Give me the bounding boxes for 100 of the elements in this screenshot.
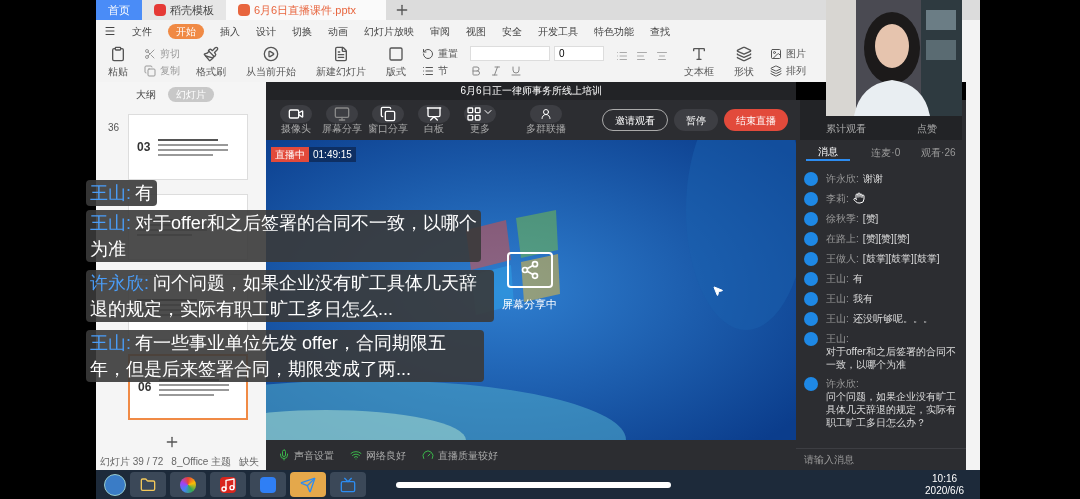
- menu-tab[interactable]: 视图: [466, 23, 486, 39]
- menu-tab[interactable]: 幻灯片放映: [364, 23, 414, 39]
- wifi-icon: [350, 449, 362, 461]
- pause-button[interactable]: 暂停: [674, 109, 718, 131]
- slide-number: 36: [108, 122, 120, 133]
- chat-message: 我有: [852, 292, 873, 305]
- toolbar-button[interactable]: 摄像头: [274, 105, 318, 135]
- picture-button[interactable]: 图片: [770, 46, 806, 61]
- play-button[interactable]: 从当前开始: [242, 46, 300, 79]
- chat-message: [赞]: [862, 212, 879, 225]
- image-icon: [770, 47, 782, 60]
- paper-plane-icon: [300, 476, 316, 493]
- menu-tab[interactable]: 开发工具: [538, 23, 578, 39]
- align-left-icon[interactable]: [636, 50, 648, 62]
- live-badge: 直播中: [271, 147, 309, 162]
- toolbar-button[interactable]: 窗口分享: [366, 105, 410, 135]
- paste-button[interactable]: 粘贴: [104, 46, 132, 79]
- add-slide-icon[interactable]: [164, 434, 180, 450]
- list-icon[interactable]: [616, 50, 628, 62]
- window-title: 6月6日正一律师事务所线上培训: [266, 82, 796, 100]
- chat-message: 谢谢: [862, 172, 883, 185]
- sender-name: 在路上:: [826, 232, 859, 245]
- shape-button[interactable]: 形状: [730, 46, 758, 79]
- menu-tab[interactable]: 设计: [256, 23, 276, 39]
- music-icon: [220, 476, 236, 493]
- person-icon: [540, 108, 552, 120]
- folder-icon: [140, 476, 156, 493]
- align-center-icon[interactable]: [656, 50, 668, 62]
- comment-toast: 王山: 对于offer和之后签署的合同不一致，以哪个为准: [86, 210, 481, 262]
- font-field[interactable]: [470, 46, 550, 61]
- sender-name: 徐秋季:: [826, 212, 859, 225]
- bold-icon[interactable]: [470, 65, 482, 77]
- avatar: [804, 377, 818, 391]
- grid-icon: [466, 106, 494, 122]
- menu-tab[interactable]: 安全: [502, 23, 522, 39]
- menu-tab[interactable]: 插入: [220, 23, 240, 39]
- camera-icon: [288, 106, 304, 122]
- toolbar-button[interactable]: 更多: [458, 105, 502, 135]
- format-painter-button[interactable]: 格式刷: [192, 46, 230, 79]
- menu-tab[interactable]: 文件: [132, 23, 152, 39]
- slide-count: 幻灯片 39 / 72: [100, 454, 164, 469]
- menu-tab[interactable]: 切换: [292, 23, 312, 39]
- chat-message: 问个问题，如果企业没有旷工具体几天辞退的规定，实际有职工旷工多日怎么办？: [826, 390, 957, 429]
- multi-group-button[interactable]: 多群联播: [524, 105, 568, 135]
- clipboard-icon: [110, 46, 126, 62]
- sharing-label: 屏幕分享中: [502, 297, 557, 312]
- app-icon: [154, 4, 166, 16]
- comment-toast: 许永欣: 问个问题，如果企业没有旷工具体几天辞退的规定，实际有职工旷工多日怎么...: [86, 270, 494, 322]
- theme-name: 8_Office 主题: [171, 454, 232, 469]
- text-box-icon: [691, 46, 707, 62]
- underline-icon[interactable]: [510, 65, 522, 77]
- layers-icon: [770, 64, 782, 77]
- reset-button[interactable]: 重置: [422, 46, 458, 61]
- sender-name: 许永欣:: [826, 377, 859, 390]
- avatar: [804, 332, 818, 346]
- sender-name: 许永欣:: [826, 172, 859, 185]
- arrange-button[interactable]: 排列: [770, 63, 806, 78]
- missing-font[interactable]: 缺失: [239, 453, 260, 469]
- taskbar-app[interactable]: [130, 472, 166, 497]
- color-wheel-icon: [180, 476, 196, 493]
- chat-tab[interactable]: 消息: [806, 143, 851, 161]
- font-size-field[interactable]: 0: [554, 46, 604, 61]
- text-box-button[interactable]: 文本框: [680, 46, 718, 79]
- avatar: [804, 292, 818, 306]
- slide-icon: [333, 46, 349, 62]
- chat-tab[interactable]: 观看·26: [921, 144, 956, 160]
- avatar: [804, 312, 818, 326]
- document-tab[interactable]: 稻壳模板: [142, 0, 226, 20]
- section-button[interactable]: 节: [422, 63, 458, 78]
- new-tab-icon[interactable]: [394, 2, 410, 18]
- message-input[interactable]: 请输入消息: [804, 451, 958, 468]
- section-icon: [422, 64, 434, 77]
- chat-message: [鼓掌][鼓掌][鼓掌]: [862, 252, 940, 265]
- document-icon: [260, 476, 276, 493]
- paintbrush-icon: [203, 46, 219, 62]
- menu-tab[interactable]: 审阅: [430, 23, 450, 39]
- end-live-button[interactable]: 结束直播: [724, 109, 788, 131]
- toolbar-button[interactable]: 屏幕分享: [320, 105, 364, 135]
- taskbar-app[interactable]: [170, 472, 206, 497]
- panel-tab[interactable]: 大纲: [136, 86, 156, 102]
- slide-thumbnail[interactable]: 03: [128, 114, 248, 180]
- avatar: [804, 212, 818, 226]
- chat-tab[interactable]: 连麦·0: [871, 144, 901, 160]
- sender-name: 王山:: [826, 312, 849, 325]
- start-button[interactable]: [104, 473, 126, 496]
- taskbar-app[interactable]: [210, 472, 246, 497]
- new-slide-button[interactable]: 新建幻灯片: [312, 46, 370, 79]
- menu-icon[interactable]: [104, 25, 116, 37]
- gauge-icon: [422, 449, 434, 461]
- sender-name: 王山:: [826, 292, 849, 305]
- menu-tab[interactable]: 特色功能: [594, 23, 634, 39]
- stat-label: 点赞: [916, 122, 937, 136]
- stat-label: 累计观看: [825, 122, 866, 136]
- italic-icon[interactable]: [490, 65, 502, 77]
- menu-tab[interactable]: 动画: [328, 23, 348, 39]
- layout-button[interactable]: 版式: [382, 46, 410, 79]
- sender-name: 王山:: [826, 272, 849, 285]
- toolbar-button[interactable]: 白板: [412, 105, 456, 135]
- avatar: [804, 232, 818, 246]
- menu-tab[interactable]: 查找: [650, 23, 670, 39]
